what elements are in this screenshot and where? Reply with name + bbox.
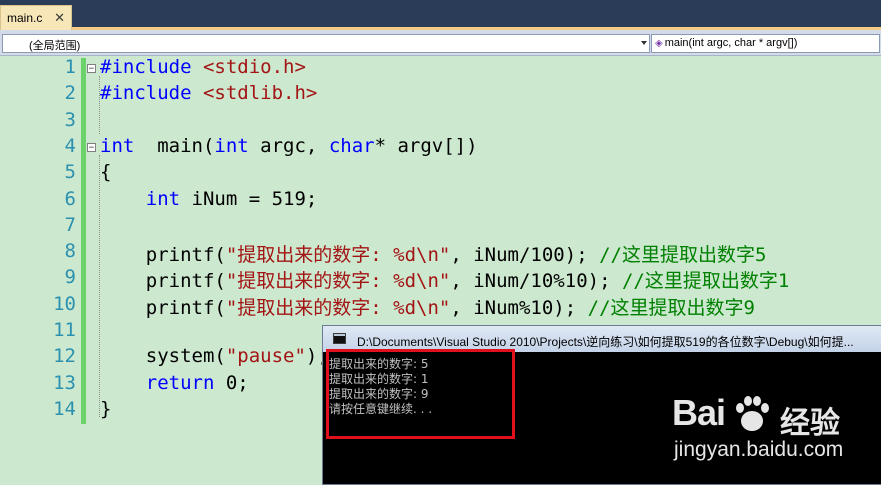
code-line[interactable]: 9 printf("提取出来的数字: %d\n", iNum/10%10); /… xyxy=(0,266,881,292)
fold-guide xyxy=(99,76,101,134)
code-token: //这里提取出数字1 xyxy=(621,270,790,293)
line-number: 13 xyxy=(53,371,76,394)
code-text: printf("提取出来的数字: %d\n", iNum/10%10); //这… xyxy=(100,266,790,293)
line-number: 9 xyxy=(64,266,76,289)
code-token: printf( xyxy=(100,270,226,293)
code-line[interactable]: 3 xyxy=(0,109,881,135)
code-token: int xyxy=(145,187,181,210)
code-line[interactable]: 2 #include <stdlib.h> xyxy=(0,82,881,108)
code-token: int xyxy=(100,134,135,157)
code-token: } xyxy=(100,397,112,420)
line-number: 7 xyxy=(64,213,76,236)
code-text: { xyxy=(100,161,111,183)
code-token: <stdio.h> xyxy=(202,56,306,78)
tab-main-c[interactable]: main.c ✕ xyxy=(0,5,72,30)
chevron-down-icon xyxy=(641,41,647,45)
code-token: , iNum%10); xyxy=(450,296,588,319)
code-text: printf("提取出来的数字: %d\n", iNum%10); //这里提取… xyxy=(100,293,755,320)
watermark-url: jingyan.baidu.com xyxy=(674,438,844,461)
watermark-suffix: 经验 xyxy=(780,407,840,440)
line-number: 4 xyxy=(64,134,76,157)
function-dropdown[interactable]: ◈ main(int argc, char * argv[]) xyxy=(651,34,880,53)
code-token: printf( xyxy=(100,244,226,267)
code-token: , iNum/10%10); xyxy=(450,270,622,293)
code-text: #include <stdio.h> xyxy=(100,56,306,78)
code-token: system( xyxy=(100,345,226,368)
line-number: 12 xyxy=(53,345,76,368)
highlight-annotation xyxy=(326,349,515,439)
line-number: 5 xyxy=(64,161,76,184)
code-text: printf("提取出来的数字: %d\n", iNum/100); //这里提… xyxy=(100,240,767,267)
line-number: 6 xyxy=(64,187,76,210)
line-number: 10 xyxy=(53,292,76,315)
code-token: * argv[]) xyxy=(374,134,478,157)
code-token: main( xyxy=(134,134,215,157)
baidu-jingyan-watermark: Bai 经验 jingyan.baidu.com xyxy=(662,390,877,470)
line-number: 14 xyxy=(53,397,76,420)
code-token: "pause" xyxy=(225,345,306,368)
line-number: 1 xyxy=(64,56,76,78)
code-line[interactable]: 8 printf("提取出来的数字: %d\n", iNum/100); //这… xyxy=(0,240,881,266)
code-line[interactable]: 6 int iNum = 519; xyxy=(0,188,881,214)
method-icon: ◈ xyxy=(655,38,663,49)
line-number: 3 xyxy=(64,108,76,131)
code-token: , iNum/100); xyxy=(450,244,600,267)
code-token: argc, xyxy=(248,134,329,157)
code-text: #include <stdlib.h> xyxy=(100,82,317,104)
code-token: iNum = 519; xyxy=(180,187,318,210)
code-token: //这里提取出数字5 xyxy=(599,244,767,267)
code-line[interactable]: 1 #include <stdio.h> xyxy=(0,56,881,82)
line-number: 11 xyxy=(53,319,76,341)
scope-dropdown[interactable]: (全局范围) xyxy=(2,34,650,53)
code-token: return xyxy=(145,371,215,394)
console-title: D:\Documents\Visual Studio 2010\Projects… xyxy=(357,335,854,349)
code-token: int xyxy=(214,134,249,157)
code-text: } xyxy=(100,398,111,420)
paw-icon xyxy=(736,396,769,431)
code-token: "提取出来的数字: %d\n" xyxy=(225,296,451,319)
code-token: <stdlib.h> xyxy=(202,82,318,105)
fold-toggle-includes[interactable]: − xyxy=(87,64,96,74)
tab-label: main.c xyxy=(7,11,43,25)
fold-toggle-main[interactable]: − xyxy=(87,143,96,153)
console-app-icon xyxy=(333,333,346,344)
document-tab-strip: main.c ✕ xyxy=(0,0,881,30)
navigation-bar: (全局范围) ◈ main(int argc, char * argv[]) xyxy=(0,30,881,56)
code-token: #include xyxy=(100,82,203,105)
code-token: "提取出来的数字: %d\n" xyxy=(225,270,451,293)
code-text: system("pause"); xyxy=(100,345,329,367)
code-token: 0; xyxy=(214,371,249,394)
code-token: printf( xyxy=(100,296,226,319)
code-token: { xyxy=(100,161,112,184)
scope-value: (全局范围) xyxy=(29,40,81,52)
code-token: "提取出来的数字: %d\n" xyxy=(225,244,451,267)
code-line[interactable]: 4 int main(int argc, char* argv[]) xyxy=(0,135,881,161)
code-token: #include xyxy=(100,56,203,78)
code-text: return 0; xyxy=(100,372,249,394)
fold-guide xyxy=(99,155,101,417)
code-token: char xyxy=(328,134,375,157)
function-value: main(int argc, char * argv[]) xyxy=(664,37,798,49)
code-text: int main(int argc, char* argv[]) xyxy=(100,135,478,157)
code-text: int iNum = 519; xyxy=(100,187,318,210)
watermark-brand: Bai xyxy=(672,392,726,433)
code-line[interactable]: 7 xyxy=(0,214,881,240)
line-number: 8 xyxy=(64,240,76,263)
close-icon[interactable]: ✕ xyxy=(54,10,65,26)
code-line[interactable]: 10 printf("提取出来的数字: %d\n", iNum%10); //这… xyxy=(0,293,881,319)
code-token: //这里提取出数字9 xyxy=(587,296,755,319)
line-number: 2 xyxy=(64,82,76,105)
code-line[interactable]: 5{ xyxy=(0,161,881,187)
